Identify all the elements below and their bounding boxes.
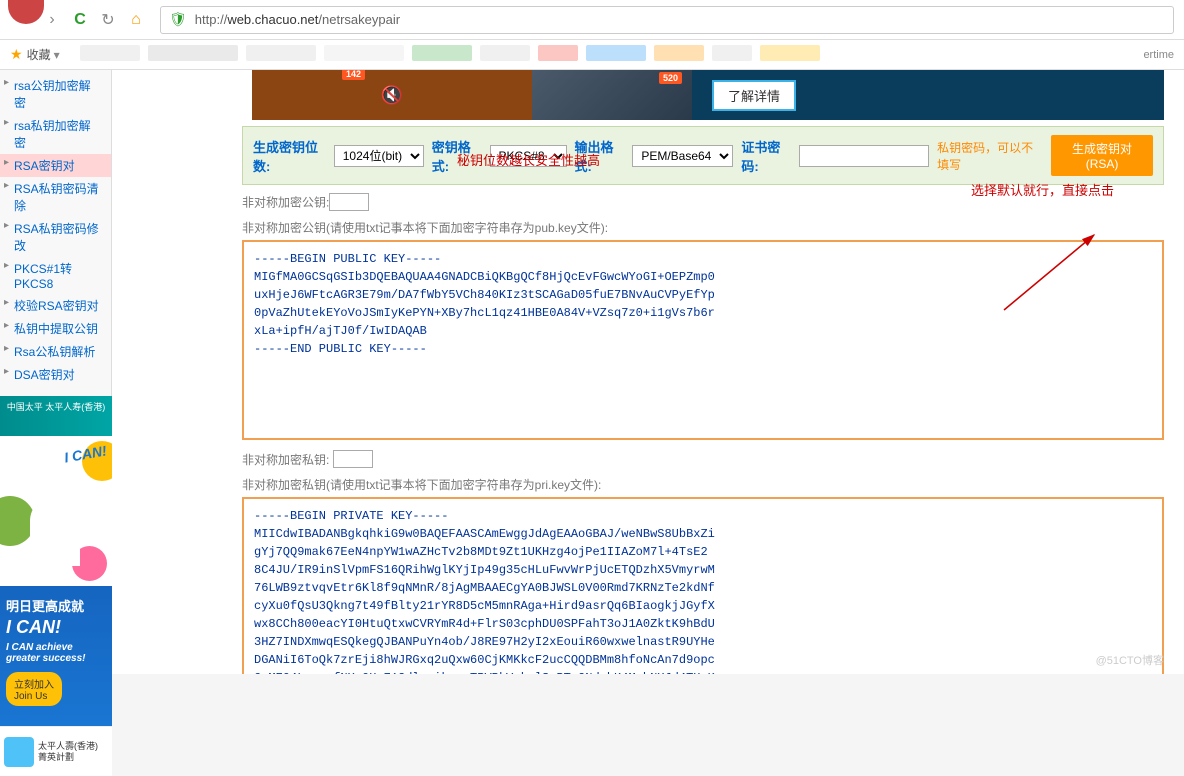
bits-select[interactable]: 1024位(bit): [334, 145, 424, 167]
home-button[interactable]: ⌂: [122, 6, 150, 34]
stop-button[interactable]: ↻: [94, 6, 122, 34]
public-key-textarea[interactable]: -----BEGIN PUBLIC KEY----- MIGfMA0GCSqGS…: [242, 240, 1164, 440]
sidebar-item-4[interactable]: RSA私钥密码修改: [0, 217, 111, 257]
sidebar-item-5[interactable]: PKCS#1转PKCS8: [0, 257, 111, 294]
address-bar[interactable]: 🛡 http://web.chacuo.net/netrsakeypair: [160, 6, 1174, 34]
star-icon: ★: [10, 46, 23, 63]
refresh-button[interactable]: C: [66, 6, 94, 34]
cert-pwd-label: 证书密码:: [741, 137, 791, 175]
sidebar-item-8[interactable]: Rsa公私钥解析: [0, 340, 111, 363]
ad-banner[interactable]: 🔇 142 520 了解详情: [252, 70, 1164, 120]
ad-ican[interactable]: I CAN!: [0, 436, 112, 586]
favorites-button[interactable]: ★ 收藏 ▾: [10, 46, 60, 63]
privkey-label-1: 非对称加密私钥:: [242, 451, 329, 468]
bookmarks-bar: ★ 收藏 ▾ ertime: [0, 40, 1184, 70]
pwd-hint: 私钥密码，可以不填写: [937, 139, 1043, 173]
sidebar-item-7[interactable]: 私钥中提取公钥: [0, 317, 111, 340]
ertime-label: ertime: [1143, 49, 1174, 61]
ad-elite[interactable]: 太平人壽(香港)菁英計劃: [0, 726, 112, 776]
cert-password-input[interactable]: [799, 145, 929, 167]
detail-button[interactable]: 了解详情: [712, 80, 796, 111]
private-key-textarea[interactable]: -----BEGIN PRIVATE KEY----- MIICdwIBADAN…: [242, 497, 1164, 674]
pubkey-label-2: 非对称加密公钥(请使用txt记事本将下面加密字符串存为pub.key文件):: [242, 219, 1164, 236]
mute-icon[interactable]: 🔇: [381, 85, 403, 106]
sidebar-item-9[interactable]: DSA密钥对: [0, 363, 111, 386]
ad-taiping[interactable]: 中国太平 太平人寿(香港): [0, 396, 112, 436]
main-content: 🔇 142 520 了解详情 生成密钥位数: 1024位(bit) 密钥格式: …: [112, 70, 1184, 674]
ad-tomorrow[interactable]: 明日更高成就 I CAN! I CAN achieve greater succ…: [0, 586, 112, 726]
sidebar-item-2[interactable]: RSA密钥对: [0, 154, 111, 177]
chevron-down-icon: ▾: [54, 48, 60, 62]
join-button[interactable]: 立刻加入Join Us: [6, 672, 62, 706]
bits-label: 生成密钥位数:: [253, 137, 326, 175]
sidebar-item-0[interactable]: rsa公钥加密解密: [0, 74, 111, 114]
annotation-click: 选择默认就行，直接点击: [971, 180, 1114, 199]
generate-button[interactable]: 生成密钥对(RSA): [1051, 135, 1153, 176]
ad-area: 中国太平 太平人寿(香港) I CAN! 明日更高成就 I CAN! I CAN…: [0, 396, 112, 776]
control-row: 生成密钥位数: 1024位(bit) 密钥格式: PKCS#8 输出格式: PE…: [242, 126, 1164, 185]
sidebar-item-1[interactable]: rsa私钥加密解密: [0, 114, 111, 154]
privkey-label-2: 非对称加密私钥(请使用txt记事本将下面加密字符串存为pri.key文件):: [242, 476, 1164, 493]
pubkey-aux-input[interactable]: [329, 193, 369, 211]
sidebar-item-3[interactable]: RSA私钥密码清除: [0, 177, 111, 217]
browser-toolbar: ‹ › C ↻ ⌂ 🛡 http://web.chacuo.net/netrsa…: [0, 0, 1184, 40]
privkey-aux-input[interactable]: [333, 450, 373, 468]
shield-icon: 🛡: [169, 11, 187, 28]
sidebar: rsa公钥加密解密rsa私钥加密解密RSA密钥对RSA私钥密码清除RSA私钥密码…: [0, 70, 112, 674]
annotation-bits: 秘钥位数越长安全性越高: [457, 150, 600, 169]
sidebar-item-6[interactable]: 校验RSA密钥对: [0, 294, 111, 317]
output-select[interactable]: PEM/Base64: [632, 145, 733, 167]
watermark: @51CTO博客: [1096, 652, 1164, 668]
url-text: http://web.chacuo.net/netrsakeypair: [195, 12, 1173, 27]
